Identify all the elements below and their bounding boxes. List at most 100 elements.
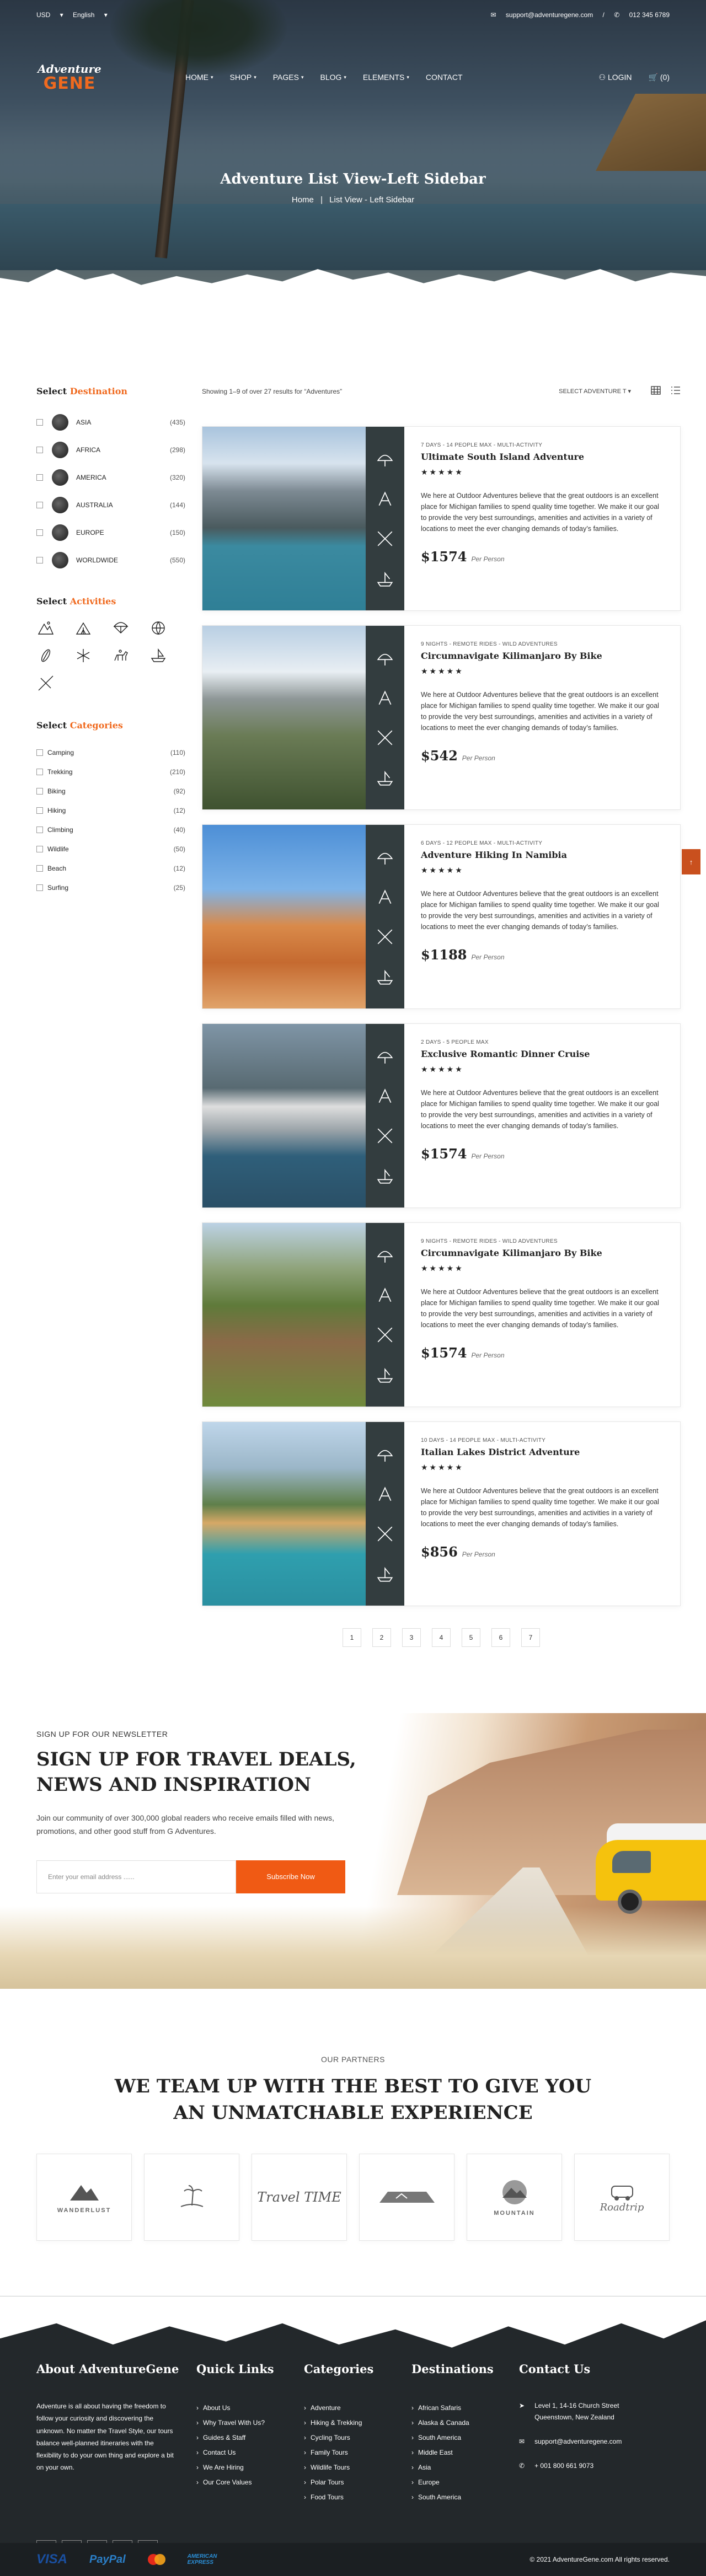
footer-destination-link[interactable]: South America (411, 2430, 519, 2445)
tour-title[interactable]: Italian Lakes District Adventure (421, 1447, 664, 1457)
tour-image[interactable] (202, 825, 366, 1008)
category-item[interactable]: Beach (12) (36, 858, 185, 878)
checkbox[interactable] (36, 419, 43, 426)
footer-link[interactable]: Why Travel With Us? (196, 2415, 304, 2430)
footer-category-link[interactable]: Cycling Tours (304, 2430, 411, 2445)
tour-card[interactable]: 9 NIGHTS - REMOTE RIDES - WILD ADVENTURE… (202, 1222, 681, 1407)
footer-category-link[interactable]: Food Tours (304, 2489, 411, 2504)
tour-title[interactable]: Exclusive Romantic Dinner Cruise (421, 1049, 664, 1059)
tour-card[interactable]: 6 DAYS - 12 PEOPLE MAX - MULTI-ACTIVITY A… (202, 824, 681, 1009)
footer-link[interactable]: Contact Us (196, 2445, 304, 2460)
checkbox[interactable] (36, 557, 43, 564)
page-button[interactable]: 5 (462, 1628, 480, 1647)
tour-image[interactable] (202, 626, 366, 809)
tour-card[interactable]: 2 DAYS - 5 PEOPLE MAX Exclusive Romantic … (202, 1023, 681, 1208)
globe-icon[interactable] (149, 619, 168, 637)
checkbox[interactable] (36, 502, 43, 508)
footer-destination-link[interactable]: African Safaris (411, 2400, 519, 2415)
tour-image[interactable] (202, 427, 366, 610)
footer-email[interactable]: ✉ support@adventuregene.com (519, 2436, 668, 2447)
camping-icon[interactable] (74, 619, 93, 637)
category-item[interactable]: Wildlife (50) (36, 839, 185, 858)
login-link[interactable]: ⚇ LOGIN (599, 73, 632, 82)
destination-item[interactable]: ASIA (435) (36, 409, 185, 436)
checkbox[interactable] (36, 865, 43, 872)
category-item[interactable]: Surfing (25) (36, 878, 185, 897)
menu-pages[interactable]: PAGES ▾ (273, 73, 304, 82)
footer-category-link[interactable]: Hiking & Trekking (304, 2415, 411, 2430)
currency-select[interactable]: USD ▾ (36, 11, 63, 19)
hiking-icon[interactable] (36, 619, 55, 637)
tour-title[interactable]: Circumnavigate Kilimanjaro By Bike (421, 651, 664, 661)
category-item[interactable]: Trekking (210) (36, 762, 185, 781)
tour-card[interactable]: 10 DAYS - 14 PEOPLE MAX - MULTI-ACTIVITY… (202, 1421, 681, 1606)
horse-riding-icon[interactable] (111, 646, 130, 665)
footer-destination-link[interactable]: Asia (411, 2460, 519, 2475)
language-select[interactable]: English ▾ (73, 11, 108, 19)
tour-card[interactable]: 7 DAYS - 14 PEOPLE MAX - MULTI-ACTIVITY U… (202, 426, 681, 611)
footer-link[interactable]: We Are Hiring (196, 2460, 304, 2475)
page-button[interactable]: 3 (402, 1628, 421, 1647)
list-view-icon[interactable] (671, 386, 681, 396)
checkbox[interactable] (36, 768, 43, 775)
footer-destination-link[interactable]: Alaska & Canada (411, 2415, 519, 2430)
checkbox[interactable] (36, 787, 43, 795)
tour-image[interactable] (202, 1422, 366, 1606)
page-button[interactable]: 6 (491, 1628, 510, 1647)
partner-logo-mountain[interactable]: MOUNTAIN (467, 2154, 562, 2241)
subscribe-button[interactable]: Subscribe Now (236, 1860, 345, 1893)
partner-logo-island[interactable] (144, 2154, 239, 2241)
logo[interactable]: Adventure GENE (36, 55, 103, 99)
destination-item[interactable]: EUROPE (150) (36, 519, 185, 546)
partner-logo-roadtrip[interactable]: Roadtrip (574, 2154, 670, 2241)
cart-link[interactable]: 🛒 (0) (649, 73, 670, 82)
breadcrumb-home[interactable]: Home (292, 195, 314, 205)
category-item[interactable]: Climbing (40) (36, 820, 185, 839)
checkbox[interactable] (36, 826, 43, 833)
footer-category-link[interactable]: Family Tours (304, 2445, 411, 2460)
parachute-icon[interactable] (111, 619, 130, 637)
partner-logo-badge[interactable] (359, 2154, 454, 2241)
sort-select[interactable]: SELECT ADVENTURE T ▾ (559, 388, 631, 395)
back-to-top-button[interactable]: ↑ (682, 849, 700, 874)
footer-destination-link[interactable]: Middle East (411, 2445, 519, 2460)
footer-link[interactable]: About Us (196, 2400, 304, 2415)
category-item[interactable]: Hiking (12) (36, 801, 185, 820)
page-button[interactable]: 4 (432, 1628, 451, 1647)
tour-card[interactable]: 9 NIGHTS - REMOTE RIDES - WILD ADVENTURE… (202, 625, 681, 810)
menu-elements[interactable]: ELEMENTS ▾ (363, 73, 409, 82)
grid-view-icon[interactable] (651, 386, 661, 396)
tour-title[interactable]: Adventure Hiking In Namibia (421, 850, 664, 860)
footer-destination-link[interactable]: South America (411, 2489, 519, 2504)
checkbox[interactable] (36, 845, 43, 852)
surfboard-icon[interactable] (36, 646, 55, 665)
destination-item[interactable]: AMERICA (320) (36, 464, 185, 491)
kayak-icon[interactable] (36, 674, 55, 693)
partner-logo-wanderlust[interactable]: WANDERLUST (36, 2154, 132, 2241)
tour-image[interactable] (202, 1024, 366, 1208)
checkbox[interactable] (36, 447, 43, 453)
footer-link[interactable]: Guides & Staff (196, 2430, 304, 2445)
page-button[interactable]: 2 (372, 1628, 391, 1647)
destination-item[interactable]: WORLDWIDE (550) (36, 546, 185, 574)
partner-logo-travel-time[interactable]: Travel TIME (252, 2154, 347, 2241)
top-email[interactable]: ✉ support@adventuregene.com (491, 11, 593, 19)
page-button[interactable]: 1 (343, 1628, 361, 1647)
destination-item[interactable]: AUSTRALIA (144) (36, 491, 185, 519)
top-phone[interactable]: ✆ 012 345 6789 (614, 11, 670, 19)
snowflake-icon[interactable] (74, 646, 93, 665)
tour-title[interactable]: Circumnavigate Kilimanjaro By Bike (421, 1248, 664, 1258)
checkbox[interactable] (36, 474, 43, 481)
category-item[interactable]: Biking (92) (36, 781, 185, 801)
footer-category-link[interactable]: Adventure (304, 2400, 411, 2415)
checkbox[interactable] (36, 884, 43, 891)
checkbox[interactable] (36, 529, 43, 536)
footer-link[interactable]: Our Core Values (196, 2475, 304, 2489)
footer-phone[interactable]: ✆ + 001 800 661 9073 (519, 2460, 668, 2471)
menu-shop[interactable]: SHOP ▾ (230, 73, 256, 82)
category-item[interactable]: Camping (110) (36, 743, 185, 762)
checkbox[interactable] (36, 749, 43, 756)
menu-home[interactable]: HOME ▾ (185, 73, 213, 82)
tour-image[interactable] (202, 1223, 366, 1407)
menu-contact[interactable]: CONTACT (426, 73, 463, 82)
